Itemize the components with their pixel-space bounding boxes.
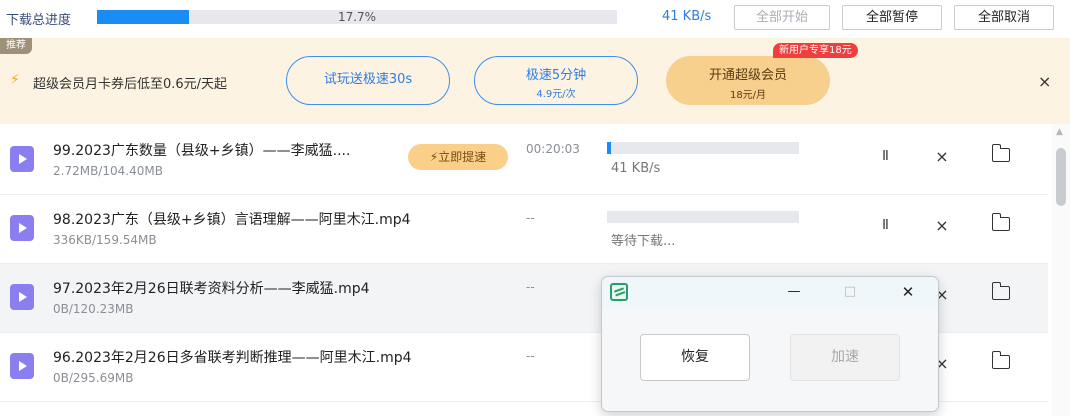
video-file-icon: [10, 284, 34, 310]
maximize-icon: □: [843, 284, 857, 299]
video-file-icon: [10, 353, 34, 379]
speed-5min-label: 极速5分钟: [525, 68, 587, 83]
start-all-button[interactable]: 全部开始: [734, 5, 830, 30]
time-remaining: --: [526, 349, 535, 363]
video-file-icon: [10, 146, 34, 172]
file-name: 98.2023广东（县级+乡镇）言语理解——阿里木江.mp4: [53, 212, 411, 228]
scroll-up-icon[interactable]: ▲: [1056, 127, 1063, 137]
video-file-icon: [10, 215, 34, 241]
cancel-icon[interactable]: ×: [931, 215, 953, 237]
time-remaining: 00:20:03: [526, 142, 580, 156]
folder-icon[interactable]: [991, 282, 1010, 300]
row-progress-track: [607, 142, 799, 154]
promo-text: 超级会员月卡券后低至0.6元/天起: [33, 77, 228, 92]
cancel-icon[interactable]: ×: [931, 146, 953, 168]
file-name: 97.2023年2月26日联考资料分析——李威猛.mp4: [53, 281, 370, 297]
time-remaining: --: [526, 280, 535, 294]
open-vip-price: 18元/月: [729, 90, 767, 101]
file-name: 96.2023年2月26日多省联考判断推理——阿里木江.mp4: [53, 350, 412, 366]
open-vip-button[interactable]: 开通超级会员 18元/月: [666, 56, 830, 105]
total-progress-bar: 下载总进度 17.7% 41 KB/s 全部开始 全部暂停 全部取消: [0, 0, 1070, 36]
speed-5min-button[interactable]: 极速5分钟 4.9元/次: [474, 56, 638, 105]
download-row[interactable]: 99.2023广东数量（县级+乡镇）——李威猛.... 2.72MB/104.4…: [0, 126, 1048, 195]
file-size: 0B/120.23MB: [53, 302, 134, 316]
download-speed: 41 KB/s: [611, 161, 661, 176]
app-logo-icon: [610, 283, 628, 301]
resume-dialog: — □ ✕ 恢复 加速: [601, 276, 939, 412]
boost-now-label: 立即提速: [438, 150, 487, 164]
dialog-titlebar[interactable]: — □ ✕: [602, 277, 938, 309]
download-status: 等待下载...: [611, 234, 676, 249]
row-progress-fill: [607, 142, 611, 154]
minimize-icon[interactable]: —: [782, 281, 806, 303]
pause-icon[interactable]: II: [874, 146, 896, 168]
cancel-all-button[interactable]: 全部取消: [954, 5, 1054, 30]
total-progress-track: 17.7%: [97, 10, 617, 24]
file-name: 99.2023广东数量（县级+乡镇）——李威猛....: [53, 143, 351, 159]
promo-banner: 推荐 ⚡ 超级会员月卡券后低至0.6元/天起 试玩送极速30s 极速5分钟 4.…: [0, 38, 1070, 124]
promo-close-icon[interactable]: ×: [1038, 72, 1051, 91]
file-size: 2.72MB/104.40MB: [53, 164, 163, 178]
recommend-tag: 推荐: [0, 38, 32, 54]
new-user-badge: 新用户专享18元: [773, 43, 858, 58]
download-row[interactable]: 98.2023广东（县级+乡镇）言语理解——阿里木江.mp4 336KB/159…: [0, 195, 1048, 264]
lightning-icon: ⚡: [10, 72, 20, 88]
accelerate-button: 加速: [790, 334, 900, 381]
folder-icon[interactable]: [991, 213, 1010, 231]
resume-button[interactable]: 恢复: [640, 334, 750, 381]
pause-icon[interactable]: II: [874, 215, 896, 237]
row-progress-track: [607, 211, 799, 223]
speed-5min-price: 4.9元/次: [536, 89, 576, 100]
trial-speed-label: 试玩送极速30s: [323, 72, 413, 87]
total-speed: 41 KB/s: [662, 9, 712, 24]
time-remaining: --: [526, 211, 535, 225]
pause-all-button[interactable]: 全部暂停: [842, 5, 942, 30]
lightning-icon: ⚡: [429, 150, 439, 164]
boost-now-button[interactable]: ⚡立即提速: [408, 144, 508, 170]
folder-icon[interactable]: [991, 144, 1010, 162]
scrollbar-thumb[interactable]: [1056, 148, 1066, 206]
total-progress-percent: 17.7%: [337, 10, 377, 24]
folder-icon[interactable]: [991, 351, 1010, 369]
file-size: 336KB/159.54MB: [53, 233, 157, 247]
total-progress-title: 下载总进度: [6, 13, 72, 28]
trial-speed-button[interactable]: 试玩送极速30s: [286, 56, 450, 105]
close-icon[interactable]: ✕: [896, 281, 920, 303]
file-size: 0B/295.69MB: [53, 371, 134, 385]
open-vip-label: 开通超级会员: [708, 68, 787, 83]
